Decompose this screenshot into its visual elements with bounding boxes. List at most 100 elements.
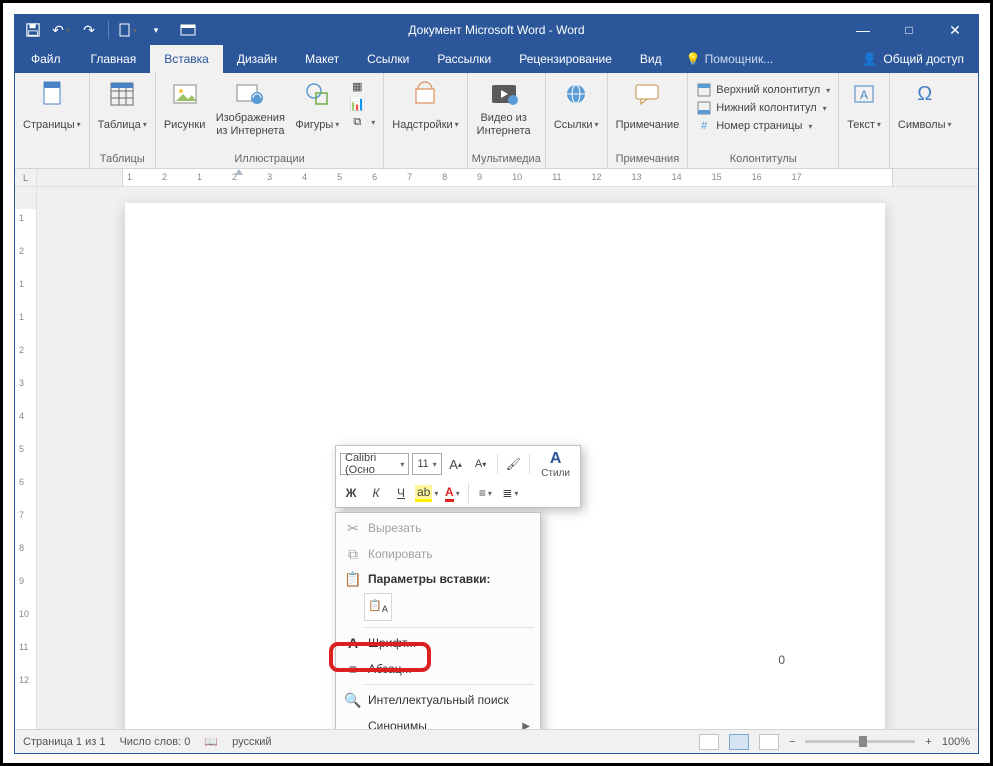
- symbols-button[interactable]: Ω Символы▾: [894, 76, 956, 140]
- ribbon-display-options-icon[interactable]: [168, 15, 208, 45]
- tab-home[interactable]: Главная: [77, 45, 151, 73]
- bold-button[interactable]: Ж: [340, 482, 362, 504]
- tab-layout[interactable]: Макет: [291, 45, 353, 73]
- vertical-ruler[interactable]: 121123456789101112: [15, 187, 37, 729]
- group-label-tables: Таблицы: [94, 153, 151, 167]
- tab-design[interactable]: Дизайн: [223, 45, 291, 73]
- online-pictures-button[interactable]: Изображения из Интернета: [211, 76, 289, 140]
- search-icon: 🔍: [342, 692, 364, 709]
- bullets-icon: ≡: [479, 486, 486, 500]
- shapes-icon: [301, 78, 333, 110]
- paste-text-icon: 📋A: [368, 599, 388, 614]
- status-language[interactable]: русский: [232, 736, 271, 748]
- tab-insert[interactable]: Вставка: [150, 45, 223, 73]
- tab-view[interactable]: Вид: [626, 45, 676, 73]
- paragraph-icon: ≡: [342, 661, 364, 677]
- comment-icon: [631, 78, 663, 110]
- proofing-icon[interactable]: 📖: [204, 735, 218, 748]
- zoom-out-button[interactable]: −: [789, 736, 795, 748]
- grow-font-button[interactable]: A▴: [445, 453, 467, 475]
- svg-text:A: A: [860, 88, 868, 102]
- zoom-in-button[interactable]: +: [925, 736, 931, 748]
- minimize-button[interactable]: —: [840, 15, 886, 45]
- ctx-cut[interactable]: ✂ Вырезать: [336, 515, 540, 541]
- font-color-button[interactable]: A▾: [441, 482, 463, 504]
- numbering-button[interactable]: ≣▾: [499, 482, 521, 504]
- new-doc-icon[interactable]: ▾: [116, 18, 140, 42]
- web-layout-button[interactable]: [759, 734, 779, 750]
- footer-button[interactable]: Нижний колонтитул▾: [696, 100, 830, 116]
- undo-icon[interactable]: ↶▾: [49, 18, 73, 42]
- underline-button[interactable]: Ч: [390, 482, 412, 504]
- qat-customize-icon[interactable]: ▾: [144, 18, 168, 42]
- online-video-button[interactable]: Видео из Интернета: [472, 76, 536, 140]
- addins-button[interactable]: Надстройки▾: [388, 76, 462, 140]
- omega-icon: Ω: [909, 78, 941, 110]
- status-words[interactable]: Число слов: 0: [119, 736, 190, 748]
- statusbar: Страница 1 из 1 Число слов: 0 📖 русский …: [15, 729, 978, 753]
- horizontal-ruler[interactable]: 121234567891011121314151617: [37, 169, 978, 186]
- quick-access-toolbar: ↶▾ ↷ ▾ ▾: [15, 18, 168, 42]
- font-size-combo[interactable]: 11▾: [412, 453, 441, 475]
- screenshot-button[interactable]: ⧉▾: [349, 114, 375, 130]
- shapes-button[interactable]: Фигуры▾: [291, 76, 343, 140]
- ribbon-tabstrip: Файл Главная Вставка Дизайн Макет Ссылки…: [15, 45, 978, 73]
- bulb-icon: 💡: [686, 52, 701, 66]
- tab-review[interactable]: Рецензирование: [505, 45, 626, 73]
- word-app-window: ↶▾ ↷ ▾ ▾ Документ Microsoft Word - Word …: [14, 14, 979, 754]
- header-button[interactable]: Верхний колонтитул▾: [696, 82, 830, 98]
- pages-button[interactable]: Страницы▾: [19, 76, 85, 140]
- online-picture-icon: [234, 78, 266, 110]
- save-icon[interactable]: [21, 18, 45, 42]
- format-painter-button[interactable]: 🖌: [502, 453, 524, 475]
- textbox-button[interactable]: A Текст▾: [843, 76, 885, 140]
- status-page[interactable]: Страница 1 из 1: [23, 736, 105, 748]
- ctx-font[interactable]: A Шрифт...: [336, 630, 540, 656]
- zoom-level[interactable]: 100%: [942, 736, 970, 748]
- group-label: [19, 153, 85, 167]
- italic-button[interactable]: К: [365, 482, 387, 504]
- maximize-button[interactable]: □: [886, 15, 932, 45]
- read-mode-button[interactable]: [699, 734, 719, 750]
- bullets-button[interactable]: ≡▾: [474, 482, 496, 504]
- comment-button[interactable]: Примечание: [612, 76, 684, 140]
- redo-icon[interactable]: ↷: [77, 18, 101, 42]
- person-icon: 👤: [862, 52, 877, 66]
- video-icon: [488, 78, 520, 110]
- group-label-media: Мультимедиа: [472, 153, 541, 167]
- share-button[interactable]: 👤Общий доступ: [848, 45, 978, 73]
- ruler-corner: L: [15, 169, 37, 186]
- ctx-paragraph[interactable]: ≡ Абзац...: [336, 656, 540, 682]
- numbering-icon: ≣: [502, 486, 512, 500]
- tell-me-search[interactable]: 💡Помощник...: [676, 45, 784, 73]
- picture-icon: [169, 78, 201, 110]
- styles-button[interactable]: A Стили: [535, 449, 576, 479]
- smartart-button[interactable]: ▦: [349, 78, 375, 94]
- zoom-slider[interactable]: [805, 740, 915, 743]
- ruler-area: L 121234567891011121314151617: [15, 169, 978, 187]
- tab-mailings[interactable]: Рассылки: [423, 45, 505, 73]
- highlight-button[interactable]: ab▾: [415, 482, 438, 504]
- group-label-illustrations: Иллюстрации: [160, 153, 379, 167]
- tab-file[interactable]: Файл: [15, 45, 77, 73]
- pagenumber-button[interactable]: #Номер страницы▾: [696, 118, 830, 134]
- pictures-button[interactable]: Рисунки: [160, 76, 210, 140]
- shrink-font-button[interactable]: A▾: [470, 453, 492, 475]
- font-name-combo[interactable]: Calibri (Осно▾: [340, 453, 409, 475]
- paste-keep-text-button[interactable]: 📋A: [364, 593, 392, 621]
- chart-button[interactable]: 📊: [349, 96, 375, 112]
- close-button[interactable]: ✕: [932, 15, 978, 45]
- chevron-right-icon: ▶: [522, 721, 530, 730]
- tab-references[interactable]: Ссылки: [353, 45, 423, 73]
- links-button[interactable]: Ссылки▾: [550, 76, 603, 140]
- ctx-copy[interactable]: ⧉ Копировать: [336, 541, 540, 567]
- scissors-icon: ✂: [342, 520, 364, 537]
- ctx-synonyms[interactable]: Синонимы ▶: [336, 713, 540, 729]
- copy-icon: ⧉: [342, 546, 364, 563]
- print-layout-button[interactable]: [729, 734, 749, 750]
- clipboard-icon: 📋: [342, 571, 364, 588]
- table-icon: [106, 78, 138, 110]
- ctx-smart-lookup[interactable]: 🔍 Интеллектуальный поиск: [336, 687, 540, 713]
- screenshot-icon: ⧉: [349, 114, 365, 130]
- table-button[interactable]: Таблица▾: [94, 76, 151, 140]
